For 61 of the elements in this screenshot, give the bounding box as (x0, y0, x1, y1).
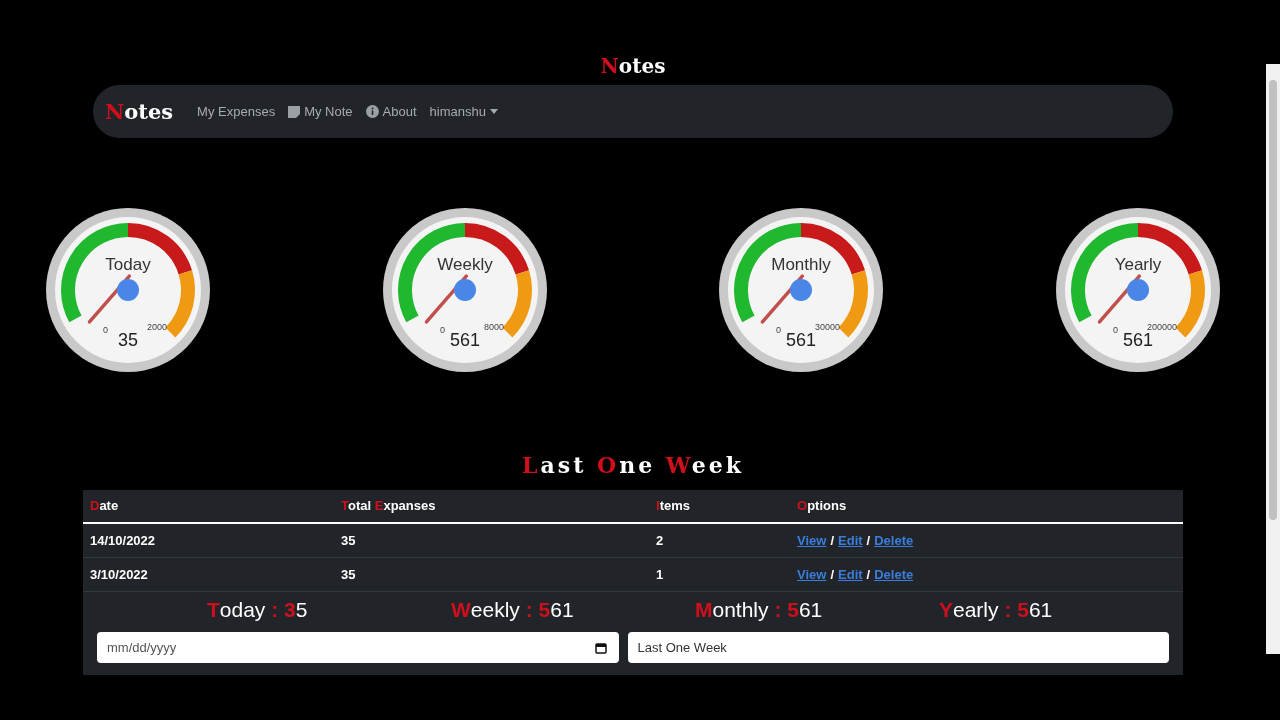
range-field[interactable]: Last One Week (627, 632, 1169, 663)
separator-text: / (830, 565, 834, 584)
table-cell-text: 35 (341, 531, 357, 550)
table-cell-text: 35 (341, 565, 357, 584)
separator-text: / (866, 531, 871, 550)
info-icon (365, 105, 379, 118)
note-icon (288, 105, 301, 118)
gauge-title: Yearly (1114, 255, 1162, 274)
gauge-hub-icon (117, 279, 139, 301)
gauge-value: 561 (449, 330, 480, 350)
nav-link[interactable]: About (365, 101, 417, 122)
gauge-hub-icon (453, 279, 476, 301)
date-field[interactable]: mm/dd/yyyy (97, 632, 619, 663)
gauge-title: Monthly (771, 255, 832, 274)
section-heading: Last One Week (522, 451, 744, 480)
gauge-min-label: 0 (439, 325, 445, 335)
column-header: Total Expanses (341, 497, 437, 516)
calendar-icon (594, 642, 607, 654)
column-header: Items (656, 497, 691, 516)
column-header: Date (89, 497, 120, 516)
table-cell-text: 3/10/2022 (89, 565, 149, 584)
row-action-link[interactable]: View (797, 564, 827, 585)
gauge-needle (1097, 274, 1142, 324)
gauge-min-label: 0 (776, 325, 782, 335)
table-cell-text: 1 (656, 565, 665, 584)
row-action-link[interactable]: Delete (874, 530, 914, 551)
summary-total: Monthly : 561 (695, 597, 824, 624)
gauge-needle (424, 274, 468, 324)
gauge-max-label: 2000 (146, 322, 167, 332)
caret-icon (489, 109, 498, 114)
row-action-link[interactable]: Delete (874, 564, 914, 585)
gauge-value: 561 (1122, 330, 1153, 350)
user-menu[interactable]: himanshu (429, 101, 498, 122)
gauge-hub-icon (790, 279, 813, 301)
table-cell-text: 14/10/2022 (89, 531, 157, 550)
gauge-max-label: 200000 (1146, 322, 1177, 332)
gauge-max-label: 30000 (815, 322, 841, 332)
brand-logo[interactable]: Notes (105, 95, 174, 128)
gauge-needle (87, 274, 132, 324)
row-action-link[interactable]: Edit (838, 564, 863, 585)
row-action-link[interactable]: View (797, 530, 827, 551)
gauge-min-label: 0 (1112, 325, 1118, 335)
gauge-max-label: 8000 (483, 322, 504, 332)
row-action-link[interactable]: Edit (838, 530, 863, 551)
gauge-value: 35 (118, 330, 138, 350)
separator-text: / (830, 531, 834, 550)
summary-total: Today : 35 (207, 597, 309, 624)
nav-link[interactable]: My Note (288, 101, 353, 122)
summary-total: Yearly : 561 (939, 597, 1054, 624)
nav-link[interactable]: My Expenses (197, 101, 276, 122)
gauge-needle (761, 274, 805, 324)
gauge-hub-icon (1126, 279, 1149, 301)
column-header: Options (797, 497, 848, 516)
summary-total: Weekly : 561 (451, 597, 575, 624)
table-cell-text: 2 (656, 531, 665, 550)
gauge-value: 561 (786, 330, 817, 350)
page-title: Notes (600, 58, 666, 76)
gauge-title: Weekly (436, 255, 493, 274)
gauge-min-label: 0 (103, 325, 108, 335)
separator-text: / (866, 565, 871, 584)
gauge-title: Today (105, 255, 151, 274)
